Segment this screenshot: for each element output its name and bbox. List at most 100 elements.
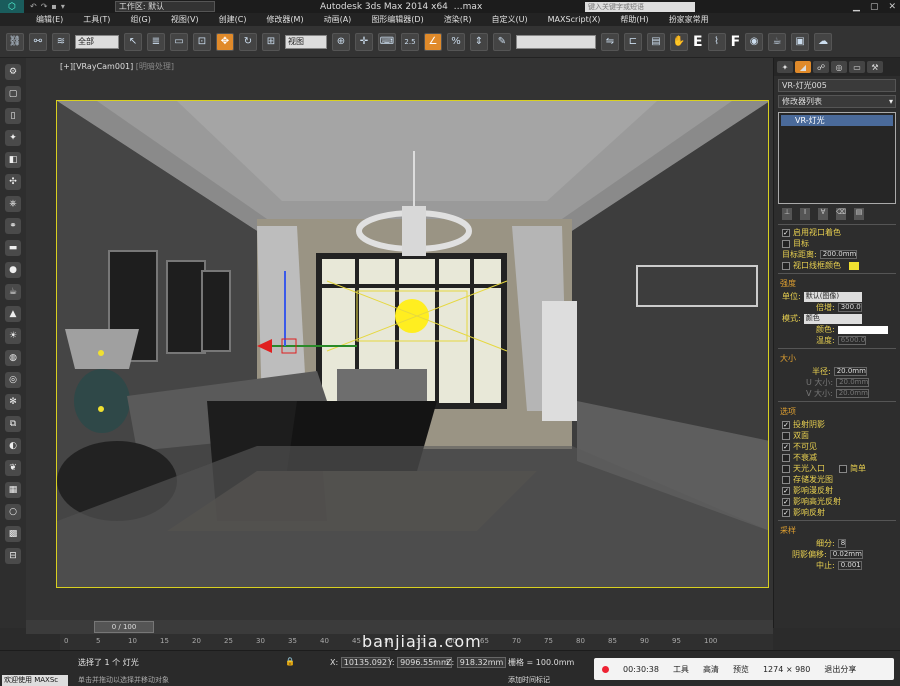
- configure-sets-icon[interactable]: ▤: [854, 208, 864, 220]
- viewport-label[interactable]: [+][VRayCam001] [明暗处理]: [60, 61, 174, 72]
- add-time-tag-button[interactable]: 添加时间标记: [508, 675, 550, 685]
- menu-edit[interactable]: 编辑(E): [36, 14, 63, 25]
- keyboard-shortcut-icon[interactable]: ⌨: [378, 32, 396, 51]
- box-icon[interactable]: ▢: [5, 86, 21, 102]
- patch-icon[interactable]: ▦: [5, 482, 21, 498]
- rotate-icon[interactable]: ↻: [239, 32, 257, 51]
- render-production-icon[interactable]: ☁: [814, 32, 833, 51]
- teapot-icon[interactable]: ☕: [5, 284, 21, 300]
- select-by-name-icon[interactable]: ≣: [147, 32, 165, 51]
- recorder-exit-button[interactable]: 退出分享: [824, 664, 856, 675]
- object-name-field[interactable]: VR-灯光005: [778, 79, 896, 92]
- sphere-icon[interactable]: ●: [5, 262, 21, 278]
- camera-icon[interactable]: ◧: [5, 152, 21, 168]
- tag-icon[interactable]: ⊟: [5, 548, 21, 564]
- checkbox[interactable]: ✓: [782, 497, 790, 506]
- pin-stack-icon[interactable]: ⊥: [782, 208, 792, 220]
- menu-animation[interactable]: 动画(A): [324, 14, 352, 25]
- rollout-title[interactable]: 采样: [780, 525, 894, 536]
- leaf-icon[interactable]: ❦: [5, 460, 21, 476]
- menu-rendering[interactable]: 渲染(R): [444, 14, 472, 25]
- viewport-camera-label[interactable]: [VRayCam001]: [73, 62, 133, 71]
- time-slider-handle[interactable]: 0 / 100: [94, 621, 154, 633]
- option-row[interactable]: ✓ 影响反射: [778, 507, 896, 518]
- reference-coord-dropdown[interactable]: 视图: [285, 34, 327, 49]
- maximize-icon[interactable]: ▢: [870, 2, 879, 12]
- script-icon[interactable]: ⚙: [5, 64, 21, 80]
- angle-snap-icon[interactable]: ∠: [424, 32, 442, 51]
- viewport-menu[interactable]: [+]: [60, 62, 73, 71]
- menu-maxscript[interactable]: MAXScript(X): [548, 15, 601, 24]
- modifier-list-dropdown[interactable]: 修改器列表: [778, 95, 896, 108]
- menu-create[interactable]: 创建(C): [219, 14, 247, 25]
- move-icon[interactable]: ✥: [216, 32, 234, 51]
- layer-manager-icon[interactable]: ▤: [647, 32, 665, 51]
- light-color-swatch[interactable]: [837, 325, 888, 334]
- option-row[interactable]: ✓ 不可见: [778, 441, 896, 452]
- checkbox[interactable]: [782, 431, 790, 440]
- cone-icon[interactable]: ▲: [5, 306, 21, 322]
- selection-filter-dropdown[interactable]: 全部: [75, 34, 119, 49]
- qa-dropdown-icon[interactable]: ▾: [61, 2, 65, 11]
- create-tab-icon[interactable]: ✦: [777, 61, 793, 73]
- option-row[interactable]: 双面: [778, 430, 896, 441]
- curve-editor-icon[interactable]: ⌇: [707, 32, 726, 51]
- spacewarp-icon[interactable]: ⎈: [5, 196, 21, 212]
- geosphere-icon[interactable]: ◍: [5, 350, 21, 366]
- display-tab-icon[interactable]: ▭: [849, 61, 865, 73]
- lock-selection-icon[interactable]: 🔒: [285, 657, 295, 666]
- close-icon[interactable]: ✕: [888, 2, 896, 12]
- cutoff-field[interactable]: 0.001: [837, 561, 862, 570]
- rect-selection-icon[interactable]: ▭: [170, 32, 188, 51]
- y-field[interactable]: 9096.55mm: [397, 657, 452, 668]
- option-row[interactable]: 不衰减: [778, 452, 896, 463]
- subdivs-field[interactable]: 8: [837, 539, 847, 548]
- systems-icon[interactable]: ⚭: [5, 218, 21, 234]
- recorder-preview-button[interactable]: 预览: [733, 664, 749, 675]
- texture-icon[interactable]: ▩: [5, 526, 21, 542]
- option-row[interactable]: ✓ 影响高光反射: [778, 496, 896, 507]
- menu-group[interactable]: 组(G): [130, 14, 150, 25]
- checkbox[interactable]: [782, 239, 790, 248]
- save-icon[interactable]: ▪: [51, 2, 56, 11]
- checkbox[interactable]: [782, 464, 790, 473]
- window-crossing-icon[interactable]: ⊡: [193, 32, 211, 51]
- helper-icon[interactable]: ✣: [5, 174, 21, 190]
- plane-icon[interactable]: ▬: [5, 240, 21, 256]
- menu-modifiers[interactable]: 修改器(M): [266, 14, 303, 25]
- menu-banjiajia[interactable]: 扮家家常用: [669, 14, 709, 25]
- option-row[interactable]: 存储发光图: [778, 474, 896, 485]
- checkbox[interactable]: [782, 261, 790, 270]
- rendered-frame-icon[interactable]: ▣: [791, 32, 810, 51]
- particle-icon[interactable]: ✻: [5, 394, 21, 410]
- select-object-icon[interactable]: ↖: [124, 32, 142, 51]
- menu-tools[interactable]: 工具(T): [83, 14, 110, 25]
- option-row[interactable]: 天光入口 简单: [778, 463, 896, 474]
- checkbox[interactable]: ✓: [782, 508, 790, 517]
- enable-viewport-shading-row[interactable]: ✓ 启用视口着色: [778, 227, 896, 238]
- radius-field[interactable]: 20.0mm: [833, 367, 867, 376]
- render-setup-icon[interactable]: ☕: [768, 32, 787, 51]
- recorder-quality-button[interactable]: 高清: [703, 664, 719, 675]
- checkbox[interactable]: [782, 475, 790, 484]
- stack-item-vrlight[interactable]: VR-灯光: [781, 115, 893, 126]
- material-editor-icon[interactable]: ◉: [745, 32, 764, 51]
- camera-viewport[interactable]: [56, 100, 769, 588]
- redo-icon[interactable]: ↷: [41, 2, 48, 11]
- compound-icon[interactable]: ⧉: [5, 416, 21, 432]
- menu-help[interactable]: 帮助(H): [620, 14, 648, 25]
- menu-views[interactable]: 视图(V): [171, 14, 199, 25]
- torus-icon[interactable]: ◎: [5, 372, 21, 388]
- undo-icon[interactable]: ↶: [30, 2, 37, 11]
- rollout-title[interactable]: 大小: [780, 353, 894, 364]
- make-unique-icon[interactable]: ∀: [818, 208, 828, 220]
- mode-dropdown[interactable]: 颜色: [803, 313, 862, 324]
- percent-snap-icon[interactable]: %: [447, 32, 465, 51]
- menu-graph-editors[interactable]: 图形编辑器(D): [371, 14, 423, 25]
- bind-space-warp-icon[interactable]: ≋: [52, 32, 70, 51]
- motion-tab-icon[interactable]: ◎: [831, 61, 847, 73]
- viewport-shading-label[interactable]: [明暗处理]: [136, 62, 174, 71]
- edit-named-sel-icon[interactable]: ✎: [493, 32, 511, 51]
- checkbox[interactable]: ✓: [782, 486, 790, 495]
- menu-customize[interactable]: 自定义(U): [492, 14, 528, 25]
